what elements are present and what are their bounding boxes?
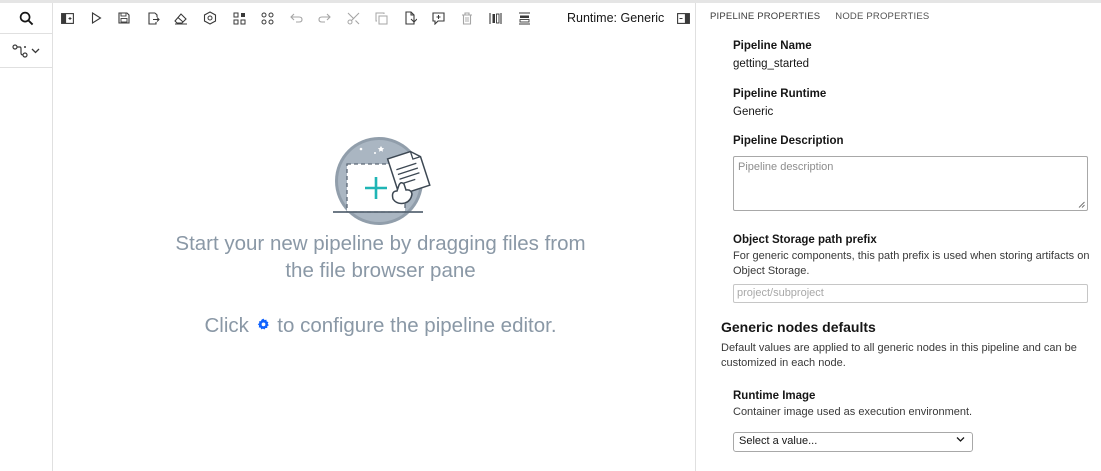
pipeline-icon: [12, 43, 28, 58]
catalog-icon: [261, 12, 273, 24]
chevron-down-icon: [31, 48, 40, 53]
undo-button[interactable]: [286, 8, 306, 28]
chevron-down-icon: [956, 437, 965, 442]
run-pipeline-button[interactable]: [86, 8, 106, 28]
eraser-icon: [174, 12, 187, 24]
properties-tabs: PIPELINE PROPERTIES NODE PROPERTIES: [710, 11, 929, 22]
arrange-horizontal-button[interactable]: [485, 8, 505, 28]
pipeline-description-input[interactable]: Pipeline description: [733, 156, 1088, 211]
config-suffix: to configure the pipeline editor.: [277, 314, 557, 337]
runtime-image-select[interactable]: Select a value...: [733, 432, 973, 452]
redo-button[interactable]: [314, 8, 334, 28]
generic-defaults-title: Generic nodes defaults: [721, 319, 876, 335]
export-icon: [147, 11, 160, 25]
pipeline-toolbar: Runtime: Generic: [53, 3, 695, 32]
runtimes-icon: [203, 11, 217, 25]
runtime-images-icon: [233, 12, 245, 24]
side-panel-right-icon: [676, 12, 690, 24]
add-comment-button[interactable]: [428, 8, 448, 28]
toggle-properties-panel-button[interactable]: [673, 8, 693, 28]
pipeline-editor: Runtime: Generic Start your new pipeline…: [53, 3, 695, 471]
delete-button[interactable]: [457, 8, 477, 28]
comment-icon: [431, 11, 445, 25]
cut-icon: [347, 12, 359, 24]
object-storage-helper: For generic components, this path prefix…: [733, 250, 1090, 277]
empty-canvas-message: Start your new pipeline by dragging file…: [175, 232, 586, 282]
runtime-image-select-value: Select a value...: [739, 435, 818, 447]
pipeline-name-label: Pipeline Name: [733, 40, 812, 52]
left-activity-bar: [0, 3, 53, 471]
pipeline-name-value: getting_started: [733, 58, 810, 70]
generic-defaults-helper: Default values are applied to all generi…: [721, 342, 1077, 369]
save-icon: [118, 12, 130, 24]
save-pipeline-button[interactable]: [114, 8, 134, 28]
gear-icon[interactable]: [257, 313, 270, 337]
side-panel-icon: [60, 12, 74, 24]
copy-button[interactable]: [371, 8, 391, 28]
clear-pipeline-button[interactable]: [171, 8, 191, 28]
open-runtimes-button[interactable]: [200, 8, 220, 28]
pipeline-description-placeholder: Pipeline description: [738, 161, 834, 173]
object-storage-placeholder: project/subproject: [737, 287, 824, 299]
runtime-label: Runtime: Generic: [567, 11, 665, 25]
properties-panel: PIPELINE PROPERTIES NODE PROPERTIES Pipe…: [695, 3, 1101, 471]
undo-icon: [289, 13, 303, 23]
copy-icon: [375, 12, 387, 24]
open-runtime-images-button[interactable]: [229, 8, 249, 28]
paste-icon: [404, 11, 417, 25]
paste-button[interactable]: [400, 8, 420, 28]
object-storage-input[interactable]: project/subproject: [733, 284, 1088, 303]
configure-editor-message: Click to configure the pipeline editor.: [173, 314, 588, 339]
search-button[interactable]: [0, 3, 52, 34]
pipeline-components-button[interactable]: [0, 34, 52, 68]
resize-handle-icon[interactable]: [1078, 201, 1085, 208]
arrange-horizontal-icon: [488, 12, 502, 24]
open-panel-button[interactable]: [57, 8, 77, 28]
search-icon: [19, 11, 33, 25]
empty-pipeline-illustration: [333, 137, 431, 225]
tab-node-properties[interactable]: NODE PROPERTIES: [835, 11, 929, 22]
redo-icon: [317, 13, 331, 23]
tab-pipeline-properties[interactable]: PIPELINE PROPERTIES: [710, 11, 820, 22]
pipeline-runtime-value: Generic: [733, 106, 774, 118]
runtime-image-label: Runtime Image: [733, 390, 816, 402]
pipeline-runtime-label: Pipeline Runtime: [733, 88, 827, 100]
open-component-catalogs-button[interactable]: [257, 8, 277, 28]
config-prefix: Click: [204, 314, 249, 337]
play-icon: [91, 12, 102, 24]
object-storage-label: Object Storage path prefix: [733, 234, 877, 246]
trash-icon: [462, 11, 472, 25]
runtime-image-helper: Container image used as execution enviro…: [733, 406, 973, 418]
arrange-vertical-button[interactable]: [514, 8, 534, 28]
pipeline-description-label: Pipeline Description: [733, 135, 844, 147]
arrange-vertical-icon: [518, 11, 530, 25]
cut-button[interactable]: [343, 8, 363, 28]
export-pipeline-button[interactable]: [143, 8, 163, 28]
